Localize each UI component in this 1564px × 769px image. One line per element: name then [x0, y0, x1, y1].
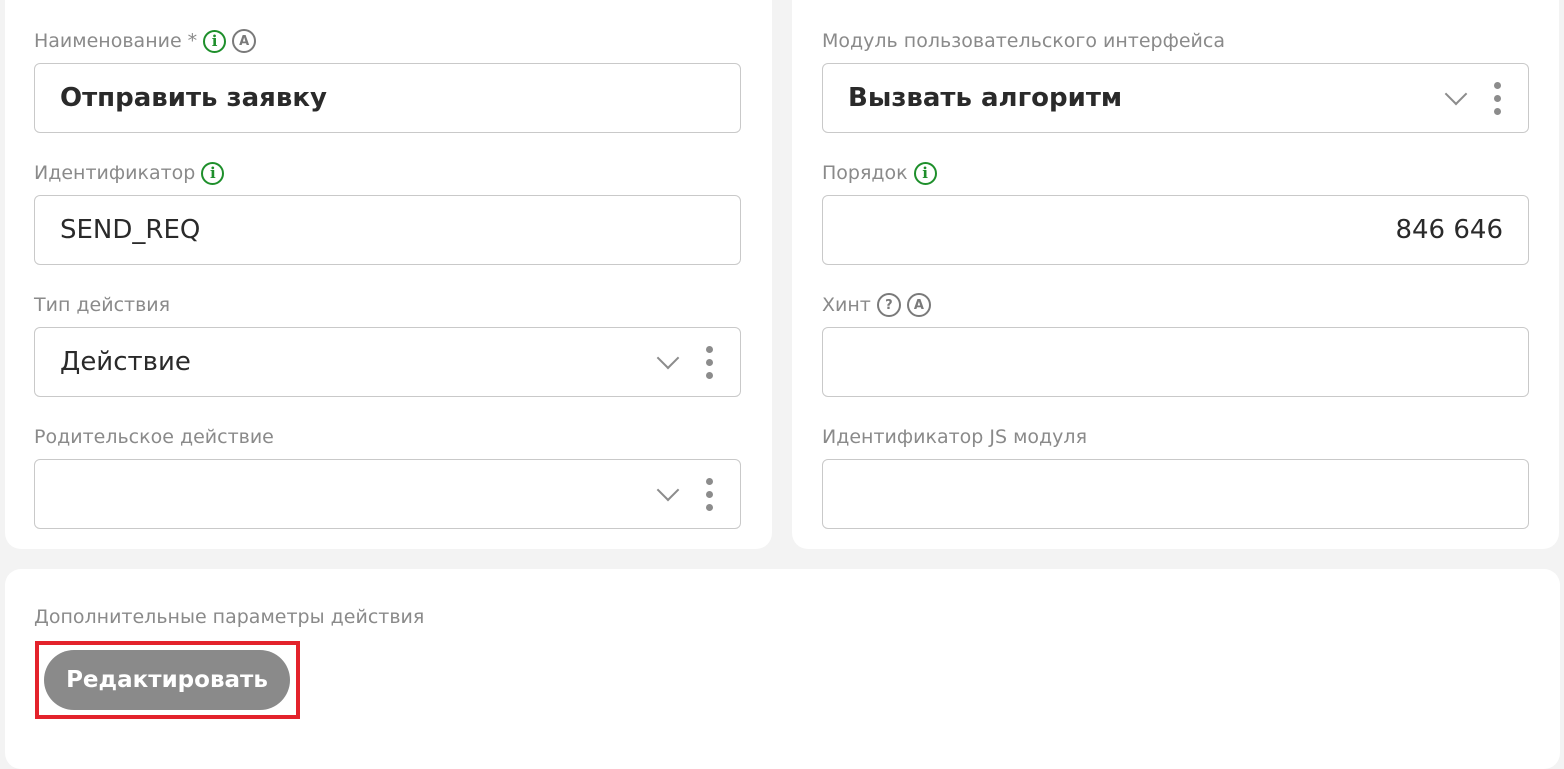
name-input[interactable]: Отправить заявку [34, 63, 741, 133]
more-options-icon[interactable] [706, 345, 713, 379]
hint-input[interactable] [822, 327, 1529, 397]
identifier-label: Идентификатор [34, 162, 196, 184]
info-icon[interactable]: i [913, 161, 937, 185]
action-type-select[interactable]: Действие [34, 327, 741, 397]
order-input[interactable]: 846 646 [822, 195, 1529, 265]
hint-label-row: Хинт ? A [822, 293, 931, 317]
order-label-row: Порядок i [822, 161, 937, 185]
name-value: Отправить заявку [60, 83, 327, 113]
hint-label: Хинт [822, 294, 871, 316]
required-mark: * [187, 30, 198, 52]
name-label: Наименование [34, 30, 182, 52]
action-type-value: Действие [60, 347, 191, 377]
info-icon[interactable]: i [201, 161, 225, 185]
js-module-label: Идентификатор JS модуля [822, 426, 1087, 448]
extra-params-label: Дополнительные параметры действия [34, 606, 425, 628]
ui-module-value: Вызвать алгоритм [848, 83, 1123, 113]
chevron-down-icon[interactable] [656, 478, 680, 502]
parent-action-select[interactable] [34, 459, 741, 529]
js-module-label-row: Идентификатор JS модуля [822, 425, 1087, 449]
ui-module-label: Модуль пользовательского интерфейса [822, 30, 1225, 52]
info-icon[interactable]: i [203, 29, 227, 53]
help-icon[interactable]: ? [876, 293, 901, 317]
auto-icon[interactable]: A [906, 293, 931, 317]
ui-module-label-row: Модуль пользовательского интерфейса [822, 29, 1225, 53]
auto-icon[interactable]: A [232, 29, 257, 53]
identifier-input[interactable]: SEND_REQ [34, 195, 741, 265]
identifier-value: SEND_REQ [60, 215, 201, 245]
ui-module-select[interactable]: Вызвать алгоритм [822, 63, 1529, 133]
more-options-icon[interactable] [1494, 81, 1501, 115]
name-label-row: Наименование * i A [34, 29, 257, 53]
parent-action-label-row: Родительское действие [34, 425, 274, 449]
action-type-label-row: Тип действия [34, 293, 170, 317]
parent-action-label: Родительское действие [34, 426, 274, 448]
order-label: Порядок [822, 162, 908, 184]
chevron-down-icon[interactable] [656, 346, 680, 370]
edit-button[interactable]: Редактировать [44, 650, 290, 710]
chevron-down-icon[interactable] [1444, 82, 1468, 106]
more-options-icon[interactable] [706, 477, 713, 511]
order-value: 846 646 [1395, 215, 1503, 245]
js-module-input[interactable] [822, 459, 1529, 529]
action-type-label: Тип действия [34, 294, 171, 316]
identifier-label-row: Идентификатор i [34, 161, 225, 185]
